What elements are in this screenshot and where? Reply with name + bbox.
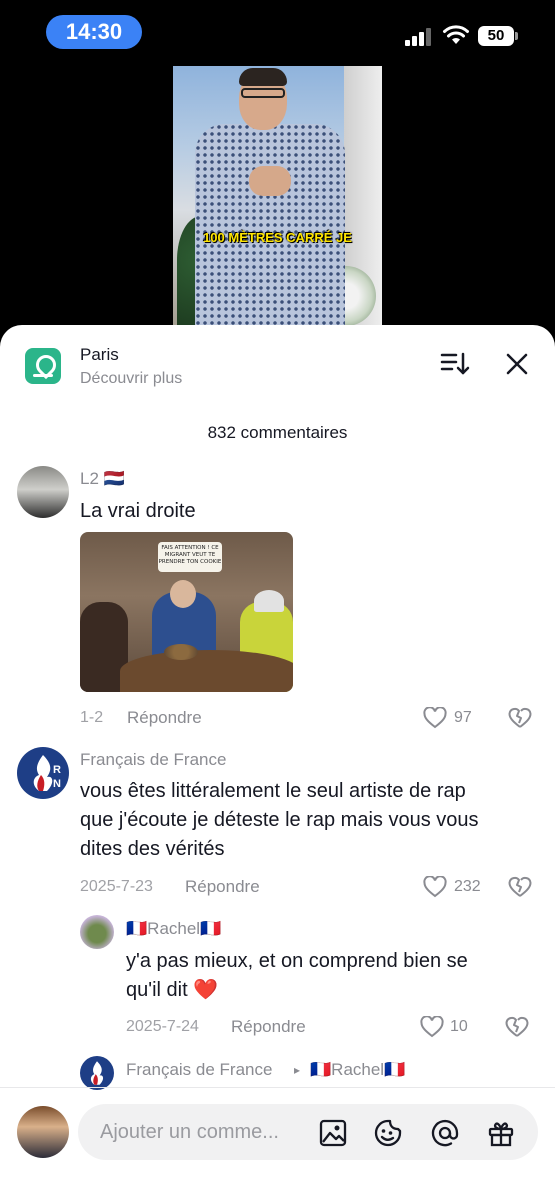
heart-icon[interactable] — [420, 1016, 444, 1038]
status-bar: 14:30 50 — [0, 0, 555, 62]
avatar[interactable] — [17, 466, 69, 518]
comment-date: 1-2 — [80, 709, 104, 726]
wifi-icon — [443, 25, 469, 44]
video-person-hand — [249, 166, 291, 196]
like-count: 232 — [454, 878, 481, 895]
comment-input-bar[interactable]: Ajouter un comme... — [78, 1104, 538, 1160]
video-person-shirt — [195, 124, 345, 328]
battery-indicator: 50 — [478, 26, 518, 46]
video-caption: 100 MÈTRES CARRÉ JE — [203, 230, 352, 245]
meme-cookies — [164, 644, 198, 660]
reply-text-line-2: qu'il dit ❤️ — [126, 979, 219, 1001]
comments-sheet: Paris Découvrir plus 832 commentaires L2… — [0, 325, 555, 1200]
reply-thread-to[interactable]: 🇫🇷Rachel🇫🇷 — [310, 1060, 405, 1080]
reply-button[interactable]: Répondre — [231, 1017, 306, 1037]
location-pin-icon[interactable] — [25, 348, 61, 384]
close-icon[interactable] — [504, 351, 530, 377]
video-thumbnail[interactable]: 100 MÈTRES CARRÉ JE — [173, 66, 382, 328]
reply-date: 2025-7-24 — [126, 1018, 199, 1035]
comment-input[interactable]: Ajouter un comme... — [100, 1104, 310, 1160]
mention-icon[interactable] — [430, 1118, 460, 1148]
video-person-glasses — [241, 88, 285, 98]
reply-thread-from[interactable]: Français de France — [126, 1060, 272, 1080]
meme-speech-bubble: FAIS ATTENTION ! CE MIGRANT VEUT TE PREN… — [158, 542, 222, 572]
heart-icon[interactable] — [423, 876, 447, 898]
comment-date: 2025-7-23 — [80, 878, 153, 895]
meme-person-center-head — [170, 580, 196, 608]
reply-text-line-1: y'a pas mieux, et on comprend bien se — [126, 950, 468, 972]
image-icon[interactable] — [318, 1118, 348, 1148]
video-person-hair — [239, 68, 287, 86]
avatar[interactable] — [80, 915, 114, 949]
avatar[interactable] — [80, 1056, 114, 1090]
sort-icon[interactable] — [440, 351, 470, 377]
meme-table — [120, 650, 293, 692]
gift-icon[interactable] — [486, 1118, 516, 1148]
place-name[interactable]: Paris — [80, 345, 119, 365]
flame-logo-icon — [90, 1061, 104, 1085]
input-divider — [0, 1087, 555, 1088]
reply-username[interactable]: 🇫🇷Rachel🇫🇷 — [126, 919, 221, 939]
meme-hard-hat — [254, 590, 284, 612]
emoji-icon[interactable] — [373, 1118, 403, 1148]
flame-logo-icon: R N — [33, 755, 61, 791]
svg-text:R: R — [53, 764, 61, 776]
comment-text-line-1: vous êtes littéralement le seul artiste … — [80, 780, 466, 802]
reply-button[interactable]: Répondre — [127, 708, 202, 728]
broken-heart-icon[interactable] — [508, 875, 532, 899]
like-count: 97 — [454, 709, 472, 726]
status-time: 14:30 — [46, 15, 142, 49]
place-discover-more[interactable]: Découvrir plus — [80, 370, 182, 388]
broken-heart-icon[interactable] — [505, 1015, 529, 1039]
cellular-signal-icon — [405, 28, 433, 46]
comment-text-line-3: dites des vérités — [80, 838, 225, 860]
comment-username[interactable]: Français de France — [80, 750, 226, 770]
comment-text: La vrai droite — [80, 500, 196, 522]
comments-count: 832 commentaires — [207, 423, 348, 442]
comment-meme-image[interactable]: FAIS ATTENTION ! CE MIGRANT VEUT TE PREN… — [80, 532, 293, 692]
like-count: 10 — [450, 1018, 468, 1035]
broken-heart-icon[interactable] — [508, 706, 532, 730]
comment-username[interactable]: L2 🇳🇱 — [80, 469, 125, 489]
current-user-avatar[interactable] — [17, 1106, 69, 1158]
reply-arrow-icon: ▸ — [294, 1063, 301, 1077]
svg-text:N: N — [53, 778, 61, 790]
heart-icon[interactable] — [423, 707, 447, 729]
reply-button[interactable]: Répondre — [185, 877, 260, 897]
comment-text-line-2: que j'écoute je déteste le rap mais vous… — [80, 809, 479, 831]
avatar[interactable]: R N — [17, 747, 69, 799]
